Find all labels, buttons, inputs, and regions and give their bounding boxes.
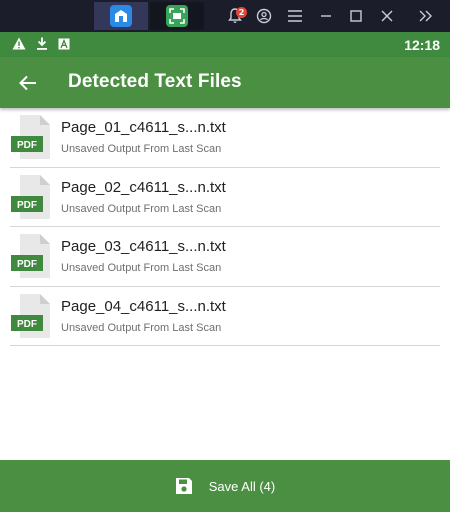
- close-button[interactable]: [372, 0, 402, 32]
- pdf-file-icon: PDF: [11, 174, 50, 219]
- list-item[interactable]: PDF Page_03_c4611_s...n.txt Unsaved Outp…: [0, 227, 450, 287]
- emulator-tab-scanner[interactable]: [150, 2, 204, 30]
- back-button[interactable]: [10, 65, 46, 101]
- expand-sidebar-icon: [419, 10, 432, 22]
- pdf-badge-label: PDF: [17, 259, 37, 270]
- emulator-title-bar: 2: [0, 0, 450, 32]
- menu-button[interactable]: [280, 0, 310, 32]
- close-icon: [381, 10, 393, 22]
- menu-icon: [288, 10, 302, 22]
- maximize-button[interactable]: [341, 0, 371, 32]
- file-subtitle: Unsaved Output From Last Scan: [61, 262, 222, 274]
- notification-count-badge: 2: [236, 7, 247, 18]
- save-all-label: Save All (4): [208, 478, 276, 494]
- list-item[interactable]: PDF Page_02_c4611_s...n.txt Unsaved Outp…: [0, 168, 450, 227]
- arrow-left-icon: [19, 75, 36, 91]
- list-item[interactable]: PDF Page_01_c4611_s...n.txt Unsaved Outp…: [0, 108, 450, 168]
- pdf-badge-label: PDF: [17, 319, 37, 330]
- font-icon: [58, 38, 70, 49]
- download-icon: [37, 37, 47, 50]
- minimize-icon: [321, 15, 331, 17]
- file-name: Page_03_c4611_s...n.txt: [61, 238, 226, 255]
- emulator-tab-store[interactable]: [94, 2, 148, 30]
- file-subtitle: Unsaved Output From Last Scan: [61, 321, 222, 334]
- pdf-file-icon: PDF: [11, 115, 50, 159]
- file-list: PDF Page_01_c4611_s...n.txt Unsaved Outp…: [0, 108, 450, 346]
- warning-icon: [12, 37, 26, 50]
- pdf-badge-label: PDF: [17, 140, 37, 151]
- status-bar: 12:18: [0, 32, 450, 57]
- pdf-file-icon: PDF: [11, 234, 50, 278]
- expand-sidebar-button[interactable]: [411, 0, 441, 32]
- maximize-icon: [350, 10, 362, 22]
- status-time: 12:18: [404, 37, 440, 53]
- pdf-file-icon: PDF: [11, 293, 50, 338]
- file-name: Page_01_c4611_s...n.txt: [61, 119, 226, 136]
- minimize-button[interactable]: [311, 0, 341, 32]
- pdf-badge-label: PDF: [17, 200, 37, 211]
- page-title: Detected Text Files: [68, 71, 242, 92]
- scanner-app-icon: [166, 5, 188, 27]
- account-button[interactable]: [249, 0, 279, 32]
- file-subtitle: Unsaved Output From Last Scan: [61, 202, 222, 215]
- divider: [10, 345, 440, 346]
- store-icon: [110, 5, 132, 27]
- account-icon: [256, 8, 272, 24]
- app-bar: Detected Text Files: [0, 57, 450, 108]
- list-item[interactable]: PDF Page_04_c4611_s...n.txt Unsaved Outp…: [0, 287, 450, 346]
- notifications-button[interactable]: 2: [220, 0, 250, 32]
- file-subtitle: Unsaved Output From Last Scan: [61, 143, 222, 155]
- file-name: Page_02_c4611_s...n.txt: [61, 178, 226, 196]
- file-name: Page_04_c4611_s...n.txt: [61, 297, 226, 315]
- save-all-button[interactable]: Save All (4): [0, 460, 450, 512]
- floppy-disk-icon: [175, 478, 192, 494]
